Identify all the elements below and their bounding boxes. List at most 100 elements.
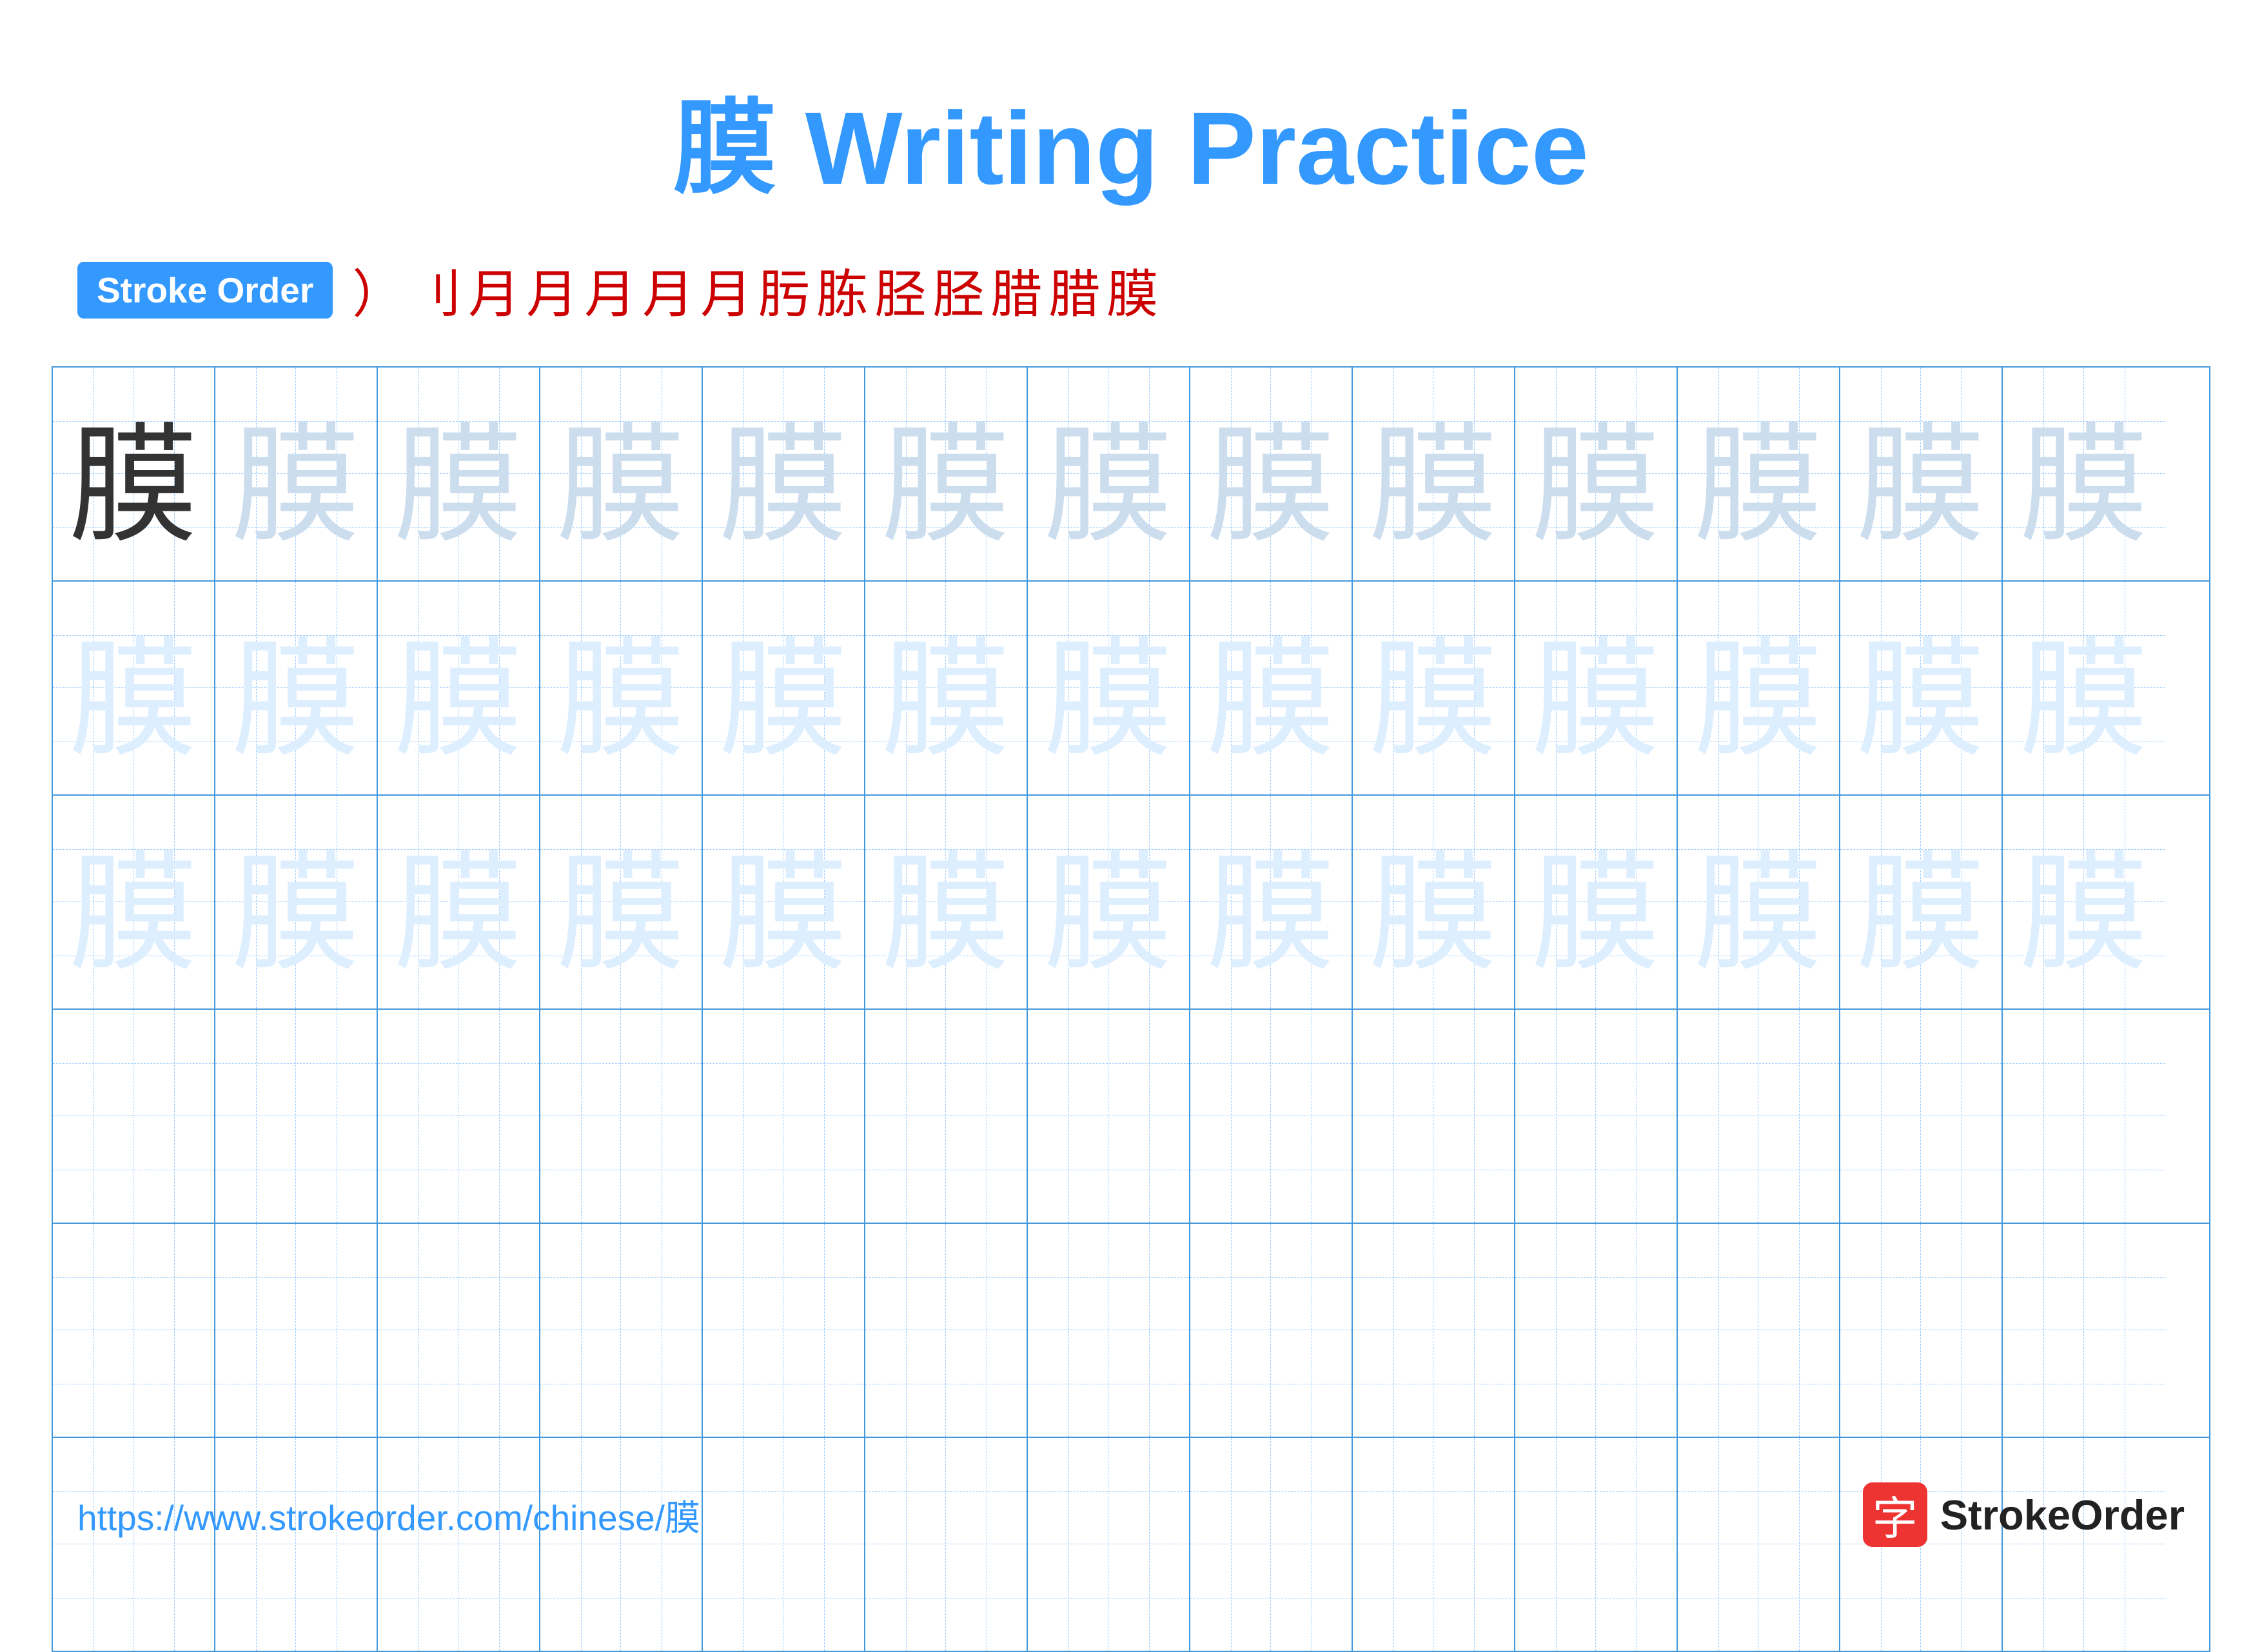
char-2-4: 膜	[719, 809, 848, 996]
grid-cell-1-8[interactable]: 膜	[1353, 582, 1515, 794]
grid-cell-4-8[interactable]	[1353, 1224, 1515, 1437]
grid-cell-1-6[interactable]: 膜	[1028, 582, 1190, 794]
grid-cell-1-9[interactable]: 膜	[1515, 582, 1678, 794]
stroke-step-6: 月	[700, 253, 752, 328]
grid-cell-0-6[interactable]: 膜	[1028, 368, 1190, 580]
grid-cell-1-5[interactable]: 膜	[865, 582, 1028, 794]
char-2-1: 膜	[231, 809, 360, 996]
grid-cell-4-12[interactable]	[2003, 1224, 2165, 1437]
grid-cell-2-10[interactable]: 膜	[1678, 796, 1840, 1008]
grid-cell-3-12[interactable]	[2003, 1010, 2165, 1223]
stroke-step-3: 月	[526, 253, 578, 328]
grid-cell-2-11[interactable]: 膜	[1840, 796, 2003, 1008]
char-1-11: 膜	[1856, 595, 1985, 782]
char-0-6: 膜	[1044, 380, 1173, 567]
grid-cell-3-0[interactable]	[53, 1010, 215, 1223]
grid-cell-3-9[interactable]	[1515, 1010, 1678, 1223]
char-0-10: 膜	[1694, 380, 1823, 567]
grid-cell-2-0[interactable]: 膜	[53, 796, 215, 1008]
char-1-1: 膜	[231, 595, 360, 782]
grid-cell-3-5[interactable]	[865, 1010, 1028, 1223]
char-1-10: 膜	[1694, 595, 1823, 782]
char-0-4: 膜	[719, 380, 848, 567]
char-0-11: 膜	[1856, 380, 1985, 567]
grid-cell-2-12[interactable]: 膜	[2003, 796, 2165, 1008]
grid-cell-0-4[interactable]: 膜	[703, 368, 865, 580]
grid-cell-0-10[interactable]: 膜	[1678, 368, 1840, 580]
char-1-5: 膜	[881, 595, 1010, 782]
grid-cell-4-10[interactable]	[1678, 1224, 1840, 1437]
logo-icon: 字	[1863, 1482, 1927, 1547]
grid-cell-2-1[interactable]: 膜	[215, 796, 378, 1008]
grid-cell-0-7[interactable]: 膜	[1190, 368, 1353, 580]
char-0-9: 膜	[1531, 380, 1660, 567]
grid-cell-1-3[interactable]: 膜	[540, 582, 703, 794]
grid-cell-4-6[interactable]	[1028, 1224, 1190, 1437]
footer-url[interactable]: https://www.strokeorder.com/chinese/膜	[77, 1489, 700, 1540]
grid-cell-3-2[interactable]	[378, 1010, 540, 1223]
char-0-1: 膜	[231, 380, 360, 567]
grid-cell-3-10[interactable]	[1678, 1010, 1840, 1223]
grid-cell-3-3[interactable]	[540, 1010, 703, 1223]
grid-cell-2-2[interactable]: 膜	[378, 796, 540, 1008]
grid-cell-4-7[interactable]	[1190, 1224, 1353, 1437]
grid-cell-1-7[interactable]: 膜	[1190, 582, 1353, 794]
grid-cell-4-9[interactable]	[1515, 1224, 1678, 1437]
grid-cell-4-11[interactable]	[1840, 1224, 2003, 1437]
grid-cell-2-9[interactable]: 膜	[1515, 796, 1678, 1008]
grid-cell-0-5[interactable]: 膜	[865, 368, 1028, 580]
grid-cell-3-7[interactable]	[1190, 1010, 1353, 1223]
grid-cell-2-6[interactable]: 膜	[1028, 796, 1190, 1008]
stroke-step-13: 膜	[1106, 253, 1158, 328]
logo-text: StrokeOrder	[1940, 1491, 2185, 1539]
char-1-7: 膜	[1206, 595, 1335, 782]
grid-cell-0-11[interactable]: 膜	[1840, 368, 2003, 580]
grid-cell-0-0[interactable]: 膜	[53, 368, 215, 580]
grid-cell-0-1[interactable]: 膜	[215, 368, 378, 580]
grid-cell-4-2[interactable]	[378, 1224, 540, 1437]
grid-cell-2-3[interactable]: 膜	[540, 796, 703, 1008]
char-2-11: 膜	[1856, 809, 1985, 996]
stroke-order-section: Stroke Order ）刂月月月月月肟胨胫胫腊腊膜	[0, 253, 2262, 328]
practice-grid: 膜膜膜膜膜膜膜膜膜膜膜膜膜膜膜膜膜膜膜膜膜膜膜膜膜膜膜膜膜膜膜膜膜膜膜膜膜膜膜	[52, 366, 2210, 1652]
grid-cell-1-11[interactable]: 膜	[1840, 582, 2003, 794]
grid-cell-1-4[interactable]: 膜	[703, 582, 865, 794]
grid-cell-4-4[interactable]	[703, 1224, 865, 1437]
grid-cell-2-8[interactable]: 膜	[1353, 796, 1515, 1008]
grid-cell-1-2[interactable]: 膜	[378, 582, 540, 794]
grid-cell-3-1[interactable]	[215, 1010, 378, 1223]
grid-cell-3-4[interactable]	[703, 1010, 865, 1223]
grid-cell-3-6[interactable]	[1028, 1010, 1190, 1223]
grid-cell-0-2[interactable]: 膜	[378, 368, 540, 580]
footer: https://www.strokeorder.com/chinese/膜 字 …	[0, 1482, 2262, 1547]
char-2-10: 膜	[1694, 809, 1823, 996]
grid-cell-3-8[interactable]	[1353, 1010, 1515, 1223]
grid-cell-2-4[interactable]: 膜	[703, 796, 865, 1008]
stroke-step-11: 腊	[990, 253, 1042, 328]
char-0-12: 膜	[2020, 380, 2149, 567]
grid-cell-3-11[interactable]	[1840, 1010, 2003, 1223]
grid-cell-0-12[interactable]: 膜	[2003, 368, 2165, 580]
stroke-step-10: 胫	[932, 253, 984, 328]
stroke-step-9: 胫	[874, 253, 926, 328]
grid-row-0: 膜膜膜膜膜膜膜膜膜膜膜膜膜	[53, 368, 2209, 582]
char-1-6: 膜	[1044, 595, 1173, 782]
char-0-2: 膜	[394, 380, 523, 567]
char-2-2: 膜	[394, 809, 523, 996]
stroke-step-4: 月	[584, 253, 636, 328]
grid-row-4	[53, 1224, 2209, 1438]
grid-cell-0-9[interactable]: 膜	[1515, 368, 1678, 580]
grid-cell-2-7[interactable]: 膜	[1190, 796, 1353, 1008]
grid-cell-1-0[interactable]: 膜	[53, 582, 215, 794]
grid-cell-4-3[interactable]	[540, 1224, 703, 1437]
char-1-8: 膜	[1369, 595, 1498, 782]
grid-cell-2-5[interactable]: 膜	[865, 796, 1028, 1008]
grid-cell-1-1[interactable]: 膜	[215, 582, 378, 794]
grid-cell-1-10[interactable]: 膜	[1678, 582, 1840, 794]
grid-cell-4-1[interactable]	[215, 1224, 378, 1437]
grid-cell-1-12[interactable]: 膜	[2003, 582, 2165, 794]
grid-cell-4-5[interactable]	[865, 1224, 1028, 1437]
grid-cell-0-3[interactable]: 膜	[540, 368, 703, 580]
grid-cell-0-8[interactable]: 膜	[1353, 368, 1515, 580]
grid-cell-4-0[interactable]	[53, 1224, 215, 1437]
